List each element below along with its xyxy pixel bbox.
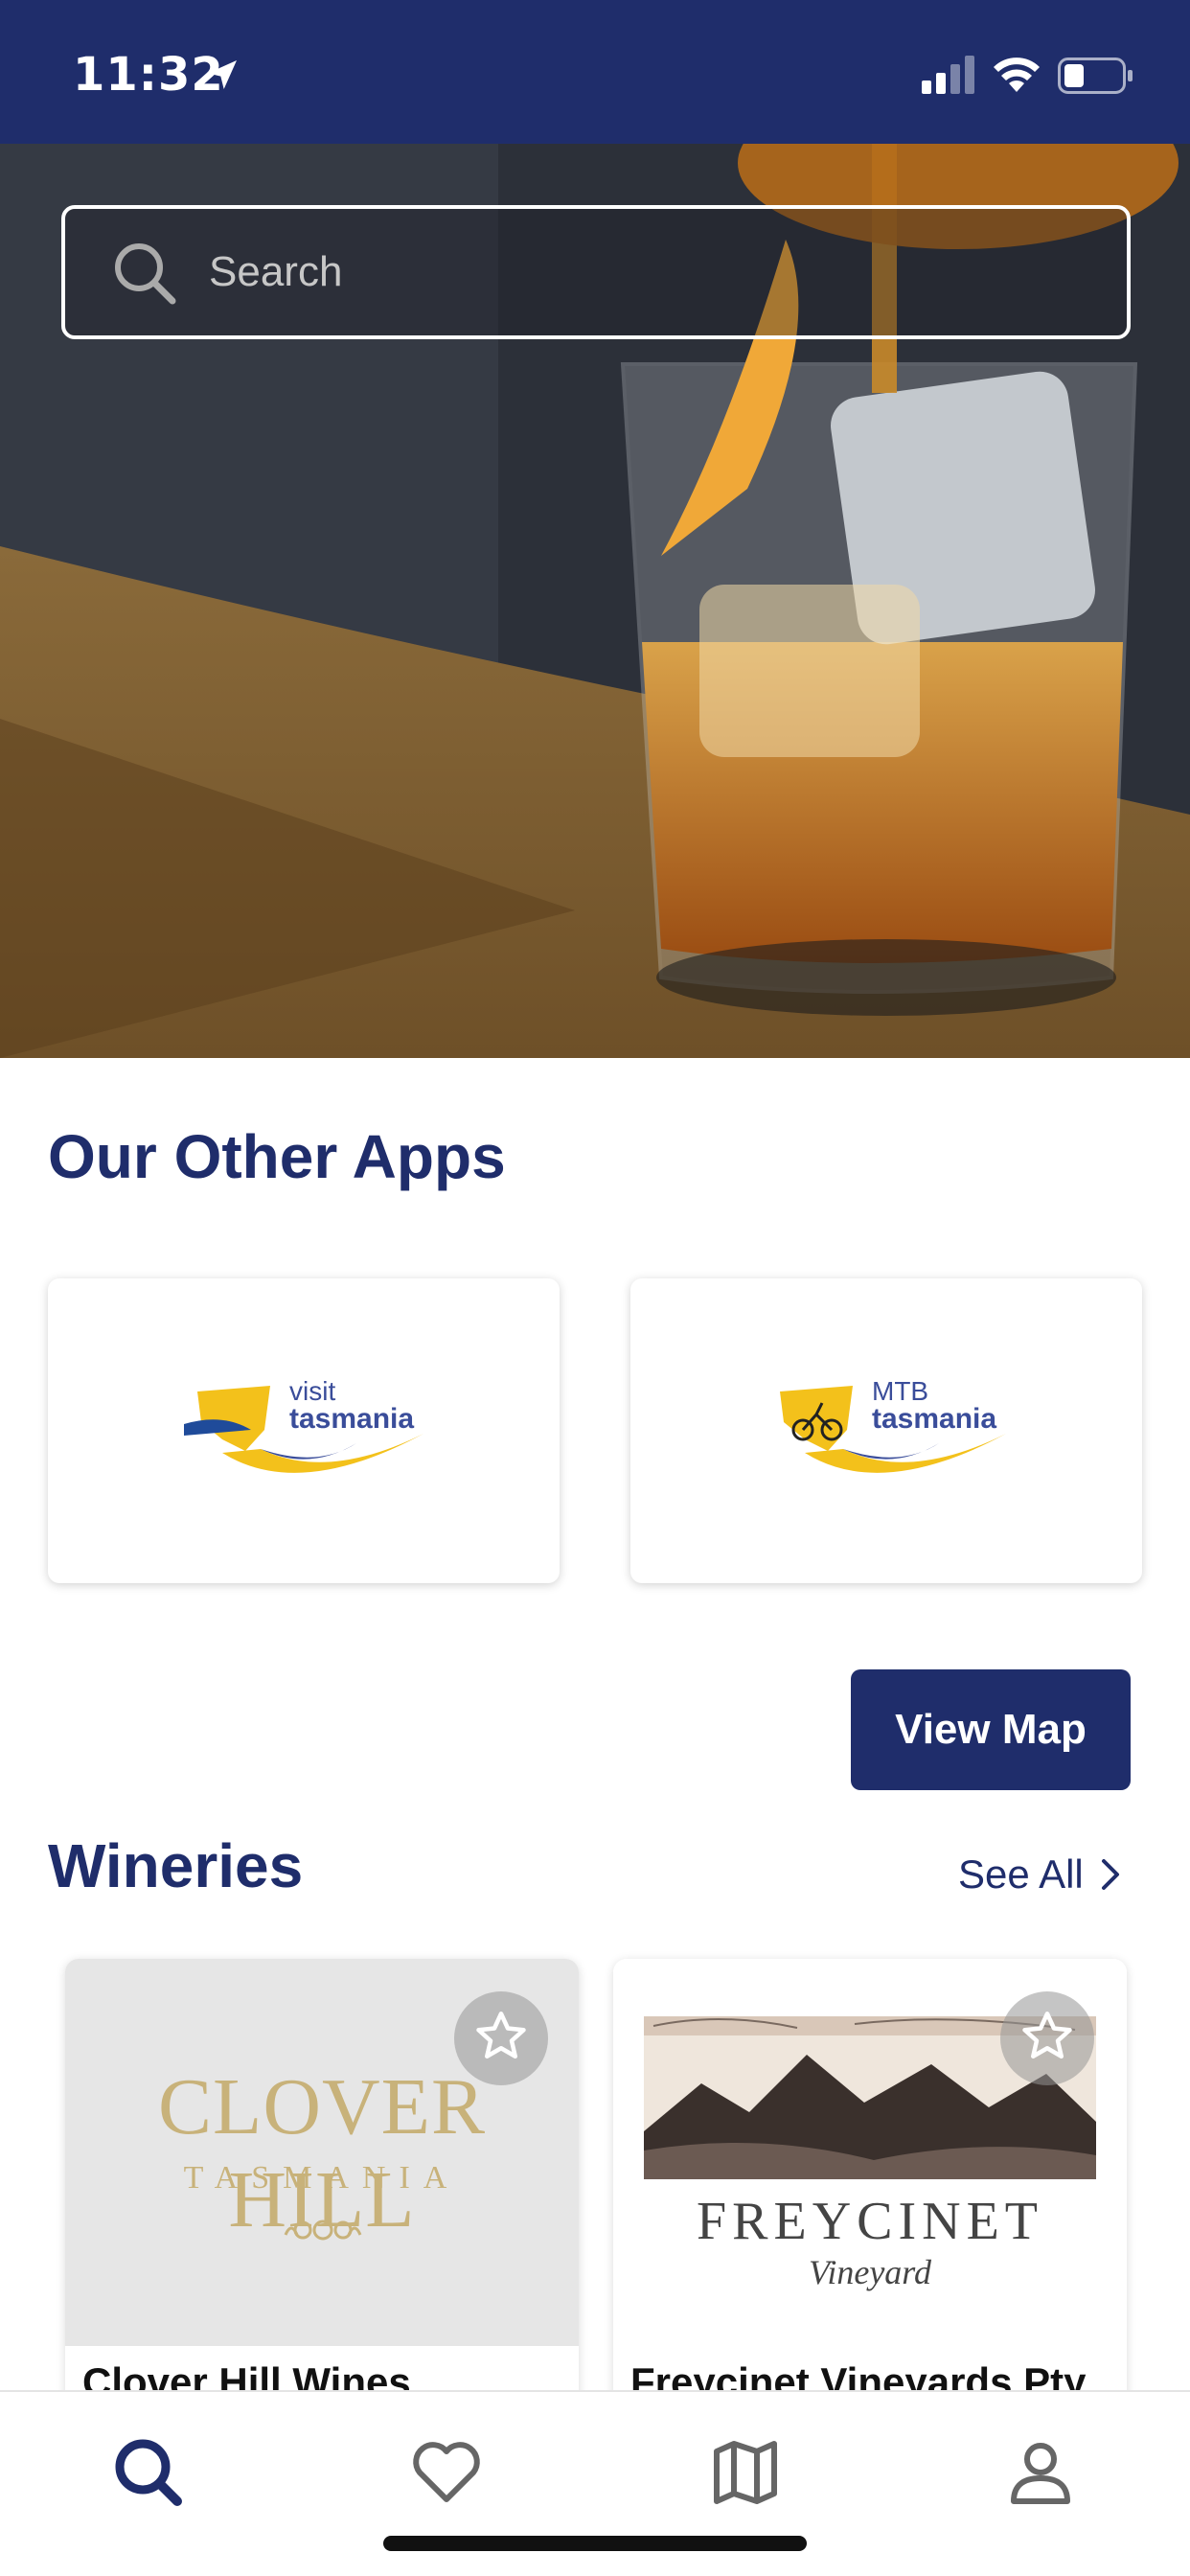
chevron-right-icon [1101,1859,1119,1890]
location-arrow-icon [208,60,237,89]
map-icon [714,2441,777,2504]
home-indicator[interactable] [383,2536,807,2551]
status-bar: 11:32 [0,0,1190,144]
profile-icon [1011,2443,1070,2504]
clover-hill-logo-sub: TASMANIA [183,2160,461,2196]
search-input[interactable] [209,238,1071,307]
search-icon [115,2439,182,2506]
status-time: 11:32 [73,48,224,102]
freycinet-logo-main: FREYCINET [697,2192,1043,2251]
cellular-signal-icon [922,56,974,94]
heart-icon [413,2442,480,2502]
favorite-button[interactable] [1000,1991,1094,2085]
mtb-tasmania-app-card[interactable]: MTB tasmania [630,1278,1142,1583]
tab-bar [0,2390,1190,2576]
freycinet-logo-sub: Vineyard [809,2253,931,2291]
visit-tasmania-logo: visit tasmania [184,1376,423,1501]
view-map-button[interactable]: View Map [851,1669,1131,1790]
favorite-button[interactable] [454,1991,548,2085]
wifi-icon [994,58,1040,92]
see-all-link[interactable]: See All [958,1852,1120,1898]
tab-search[interactable] [110,2434,187,2511]
star-icon [1022,2012,1072,2058]
tab-profile[interactable] [1002,2434,1079,2511]
tasmania-logo-word: tasmania [872,1403,997,1435]
mtb-tasmania-logo: MTB tasmania [767,1376,1006,1501]
tab-map[interactable] [707,2434,784,2511]
other-apps-title: Our Other Apps [48,1122,506,1191]
ornament-icon [284,2220,362,2241]
tasmania-logo-word: tasmania [289,1403,415,1435]
see-all-label: See All [958,1852,1084,1897]
search-bar[interactable] [61,205,1131,339]
search-icon [115,243,176,305]
tab-favorites[interactable] [408,2434,485,2511]
star-icon [476,2012,526,2058]
battery-icon [1058,58,1133,94]
wineries-title: Wineries [48,1831,304,1900]
visit-tasmania-app-card[interactable]: visit tasmania [48,1278,560,1583]
